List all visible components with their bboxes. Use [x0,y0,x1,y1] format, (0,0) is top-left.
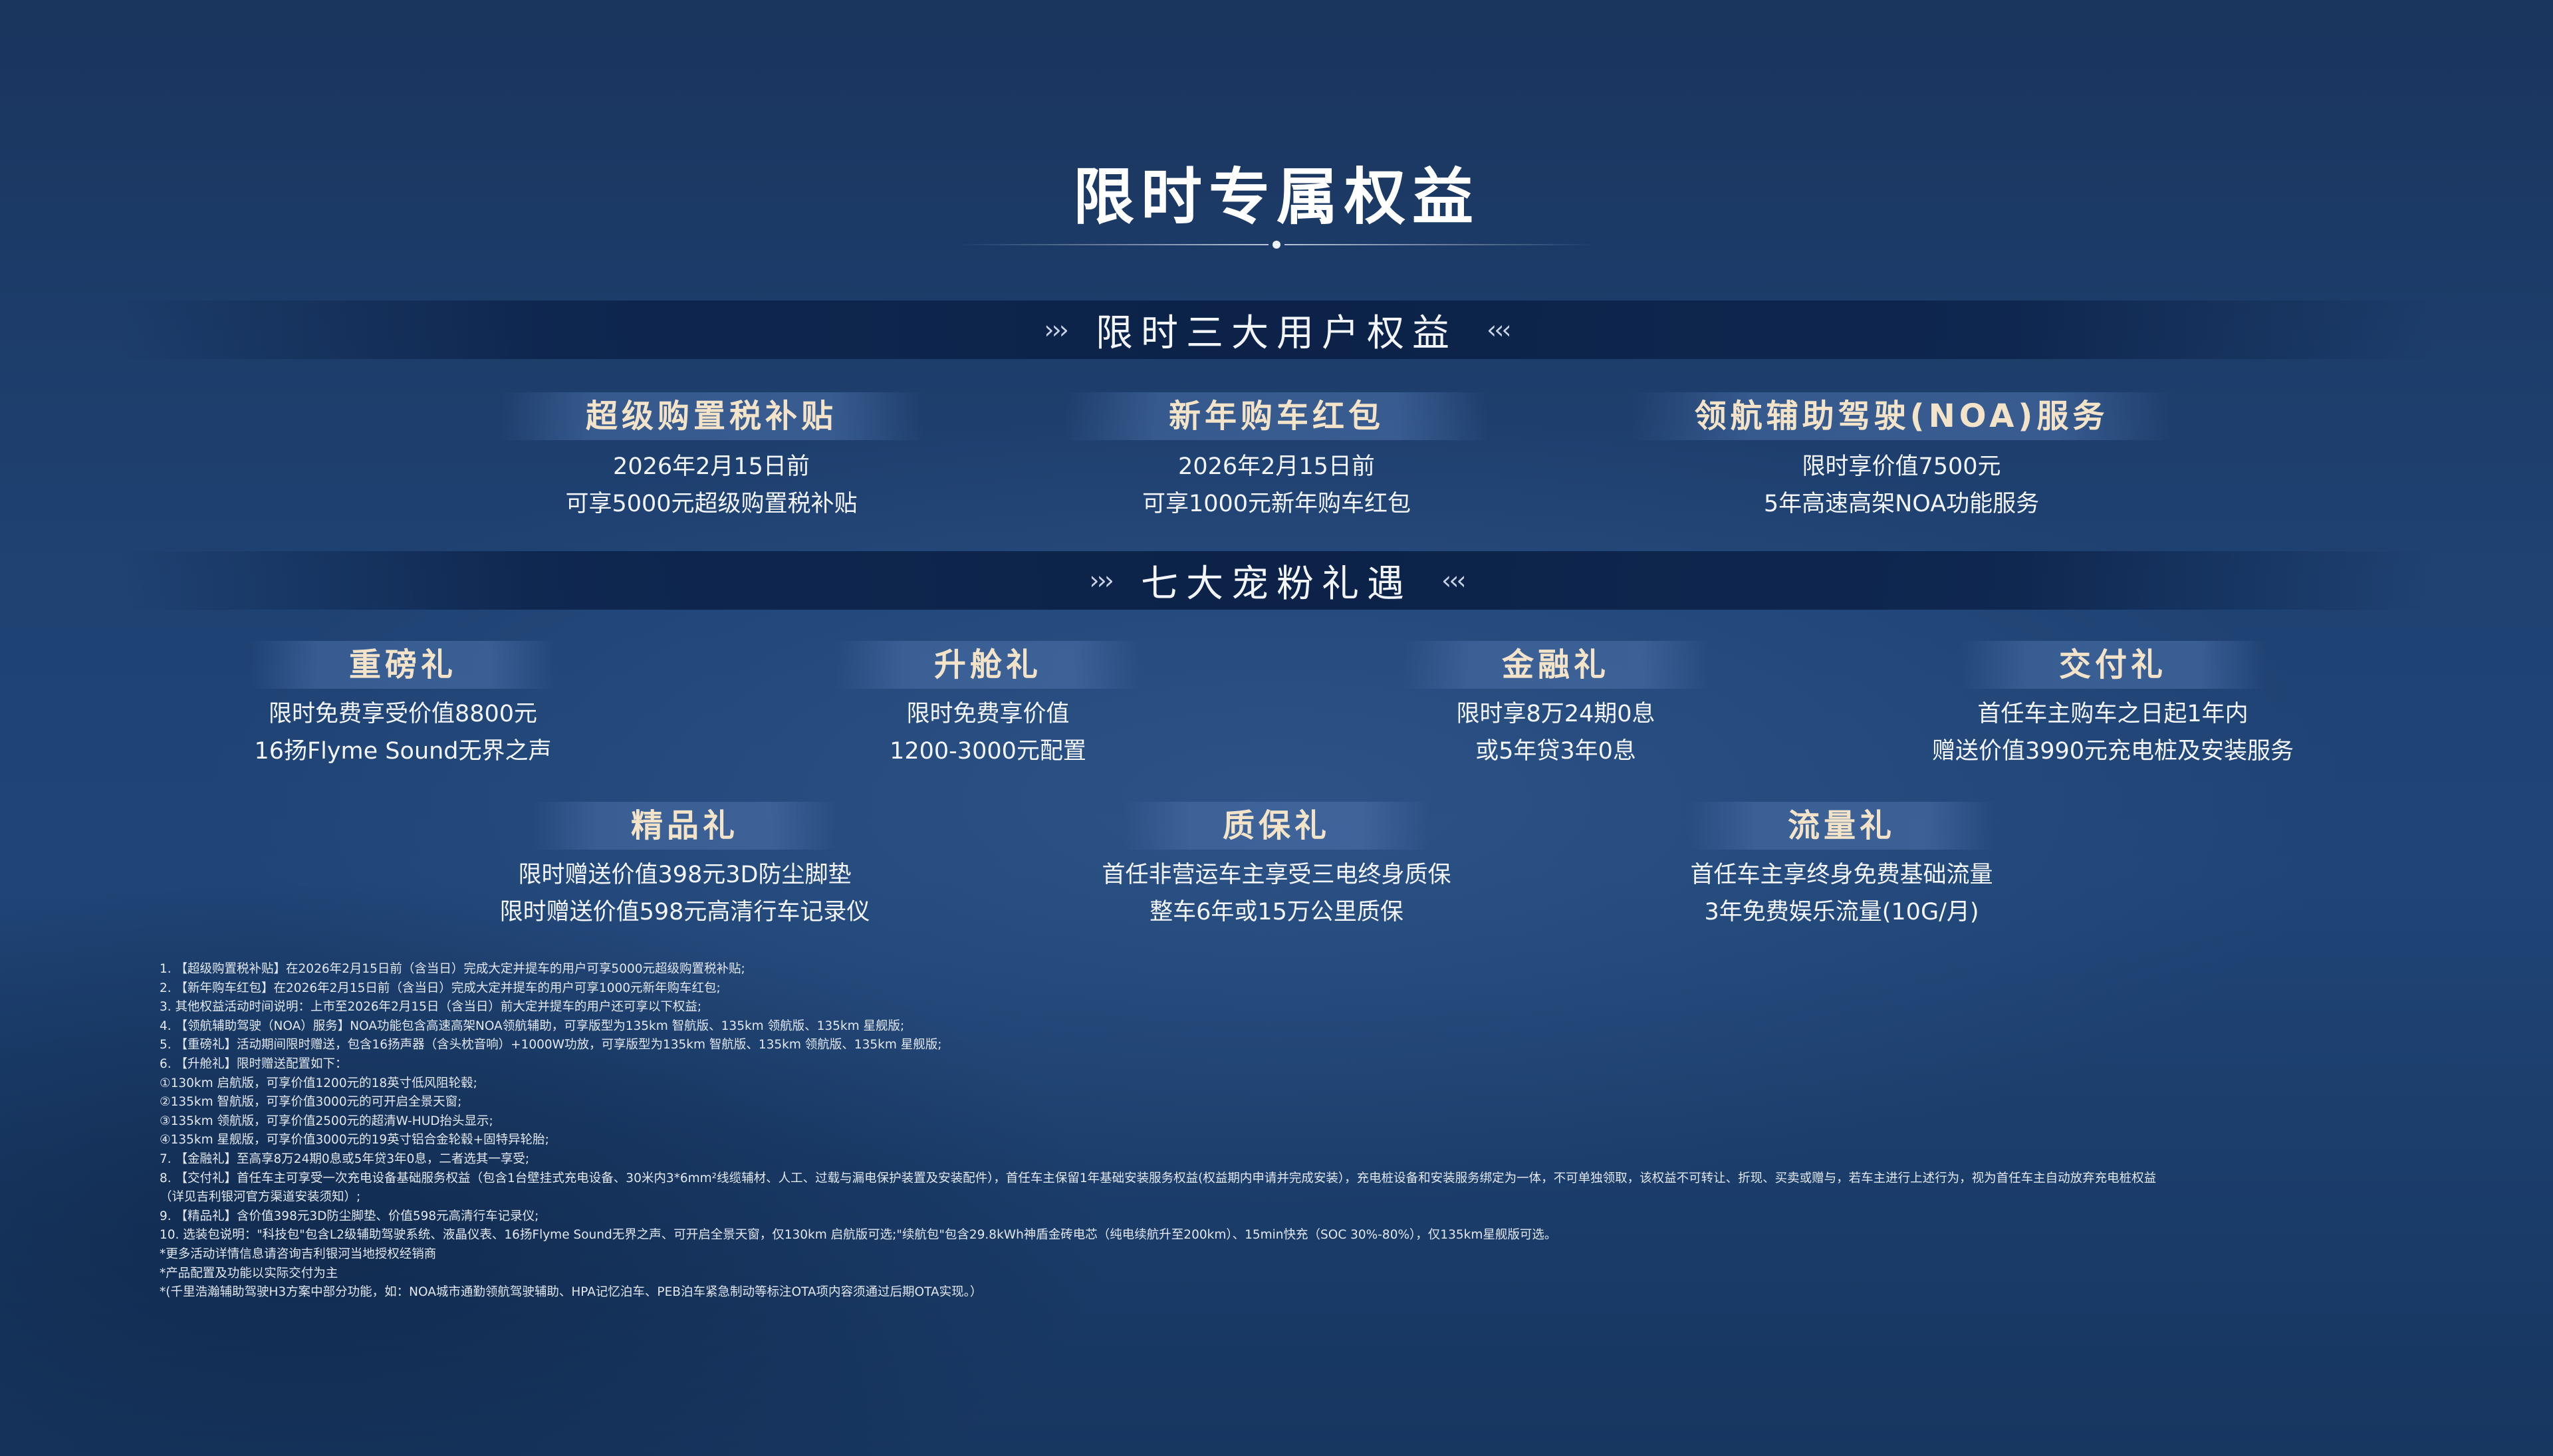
gift-line: 首任非营运车主享受三电终身质保 [1102,862,1451,888]
benefit-line: 可享1000元新年购车红包 [1142,491,1411,517]
chevrons-right-icon: ››› [1089,566,1114,595]
footnotes: 1. 【超级购置税补贴】在2026年2月15日前（含当日）完成大定并提车的用户可… [160,960,2407,1302]
section-title: 七大宠粉礼遇 [1141,562,1412,606]
footnote-line: 1. 【超级购置税补贴】在2026年2月15日前（含当日）完成大定并提车的用户可… [160,962,745,976]
page-title: 限时专属权益 [1072,162,1480,233]
title-divider [957,241,1596,249]
gift-card-upgrade: 升舱礼 限时免费享价值 1200-3000元配置 [789,641,1187,770]
footnote-line: 10. 选装包说明："科技包"包含L2级辅助驾驶系统、液晶仪表、16扬Flyme… [160,1228,1557,1243]
divider-line-right [1284,244,1596,245]
footnote-line: *更多活动详情信息请咨询吉利银河当地授权经销商 [160,1247,437,1261]
gift-line: 首任车主购车之日起1年内 [1977,701,2249,727]
gift-line: 限时免费享价值 [906,701,1070,727]
gift-line: 1200-3000元配置 [890,738,1086,765]
benefit-title: 领航辅助驾驶(NOA)服务 [1629,392,2174,440]
gift-line: 限时享8万24期0息 [1456,701,1655,727]
footnote-line: ①130km 启航版，可享价值1200元的18英寸低风阻轮毂; [160,1076,477,1090]
gift-card-data-traffic: 流量礼 首任车主享终身免费基础流量 3年免费娱乐流量(10G/月) [1616,802,2068,931]
gift-line: 3年免费娱乐流量(10G/月) [1704,899,1979,925]
footnote-line: 2. 【新年购车红包】在2026年2月15日前（含当日）完成大定并提车的用户可享… [160,981,721,995]
gift-line: 限时免费享受价值8800元 [268,701,538,727]
gift-line: 或5年贷3年0息 [1475,738,1636,765]
divider-line-left [957,244,1269,245]
gift-card-warranty: 质保礼 首任非营运车主享受三电终身质保 整车6年或15万公里质保 [1050,802,1503,931]
footnote-line: *产品配置及功能以实际交付为主 [160,1266,338,1280]
benefit-line: 可享5000元超级购置税补贴 [565,491,858,517]
chevrons-left-icon: ‹‹‹ [1487,315,1512,344]
benefit-title: 新年购车红包 [1064,392,1489,440]
footnote-line: ③135km 领航版，可享价值2500元的超清W-HUD抬头显示; [160,1114,493,1128]
benefit-title: 超级购置税补贴 [499,392,924,440]
chevrons-right-icon: ››› [1044,315,1069,344]
footnote-line: 7. 【金融礼】至高享8万24期0息或5年贷3年0息，二者选其一享受; [160,1152,530,1166]
gift-title: 质保礼 [1124,802,1429,850]
gift-title: 金融礼 [1403,641,1709,689]
benefit-line: 2026年2月15日前 [613,453,810,480]
benefit-line: 5年高速高架NOA功能服务 [1763,491,2040,517]
footnote-line: 6. 【升舱礼】限时赠送配置如下： [160,1056,348,1071]
gift-card-boutique: 精品礼 限时赠送价值398元3D防尘脚垫 限时赠送价值598元高清行车记录仪 [459,802,911,931]
gift-title: 重磅礼 [250,641,556,689]
section-title: 限时三大用户权益 [1096,311,1457,355]
benefit-card-tax-subsidy: 超级购置税补贴 2026年2月15日前 可享5000元超级购置税补贴 [499,392,924,523]
chevrons-left-icon: ‹‹‹ [1441,566,1467,595]
benefit-line: 限时享价值7500元 [1802,453,2001,480]
gift-line: 限时赠送价值598元高清行车记录仪 [499,899,870,925]
footnote-line: ②135km 智航版，可享价值3000元的可开启全景天窗; [160,1095,462,1110]
section-banner-seven-gifts: ››› 七大宠粉礼遇 ‹‹‹ [120,551,2433,610]
gift-title: 流量礼 [1689,802,1995,850]
footnote-line: *(千里浩瀚辅助驾驶H3方案中部分功能，如：NOA城市通勤领航驾驶辅助、HPA记… [160,1285,983,1300]
section-banner-three-benefits: ››› 限时三大用户权益 ‹‹‹ [120,301,2433,359]
footnote-line: 3. 其他权益活动时间说明：上市至2026年2月15日（含当日）前大定并提车的用… [160,1000,702,1015]
gift-card-heavyweight: 重磅礼 限时免费享受价值8800元 16扬Flyme Sound无界之声 [203,641,602,770]
gift-title: 交付礼 [1960,641,2266,689]
benefit-card-noa-service: 领航辅助驾驶(NOA)服务 限时享价值7500元 5年高速高架NOA功能服务 [1629,392,2174,523]
gift-card-finance: 金融礼 限时享8万24期0息 或5年贷3年0息 [1356,641,1755,770]
gift-card-delivery: 交付礼 首任车主购车之日起1年内 赠送价值3990元充电桩及安装服务 [1880,641,2346,770]
gift-title: 升舱礼 [835,641,1141,689]
footnote-line: 9. 【精品礼】含价值398元3D防尘脚垫、价值598元高清行车记录仪; [160,1209,539,1223]
gift-line: 整车6年或15万公里质保 [1150,899,1403,925]
footnote-line: 4. 【领航辅助驾驶（NOA）服务】NOA功能包含高速高架NOA领航辅助，可享版… [160,1019,905,1033]
gift-line: 首任车主享终身免费基础流量 [1690,862,1993,888]
footnote-line: （详见吉利银河官方渠道安装须知）; [160,1190,361,1205]
divider-dot [1273,241,1280,249]
benefit-card-new-year-bonus: 新年购车红包 2026年2月15日前 可享1000元新年购车红包 [1064,392,1489,523]
footnote-line: ④135km 星舰版，可享价值3000元的19英寸铝合金轮毂+固特异轮胎; [160,1133,549,1148]
gift-line: 限时赠送价值398元3D防尘脚垫 [518,862,852,888]
footnote-line: 5. 【重磅礼】活动期间限时赠送，包含16扬声器（含头枕音响）+1000W功放，… [160,1038,942,1052]
gift-line: 赠送价值3990元充电桩及安装服务 [1931,738,2294,765]
footnote-line: 8. 【交付礼】首任车主可享受一次充电设备基础服务权益（包含1台壁挂式充电设备、… [160,1171,2157,1185]
benefit-line: 2026年2月15日前 [1178,453,1375,480]
gift-title: 精品礼 [532,802,838,850]
gift-line: 16扬Flyme Sound无界之声 [254,738,552,765]
